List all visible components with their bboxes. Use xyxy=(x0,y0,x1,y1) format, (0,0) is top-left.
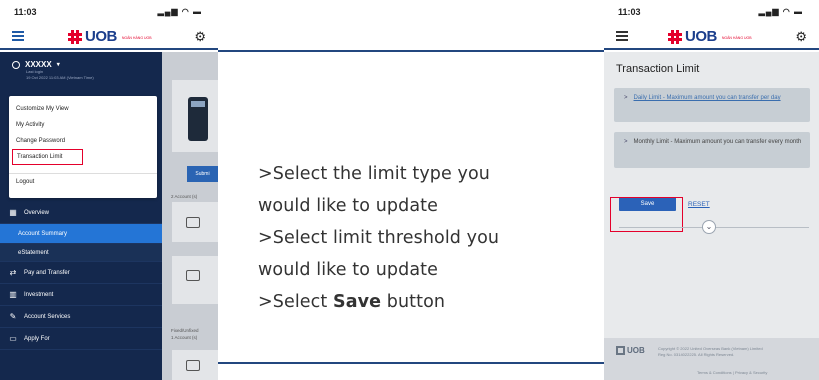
menu-item-change-password[interactable]: Change Password xyxy=(9,133,157,149)
instruction-line-2: would like to update xyxy=(258,196,438,216)
menu-item-logout[interactable]: Logout xyxy=(9,173,157,189)
signal-wifi-battery-icon: ▂▄▆ ◠ ▬ xyxy=(157,7,202,16)
overview-icon: ▦ xyxy=(9,208,17,217)
uob-logo: UOB NGÂN HÀNG UOB xyxy=(68,28,152,45)
side-drawer: XXXXX ▾ Last login 19 Oct 2022 11:03 AM … xyxy=(0,52,162,380)
chevron-right-icon: > xyxy=(624,139,628,145)
expand-chevron-icon[interactable]: ⌄ xyxy=(702,220,716,234)
uob-logo-text: UOB xyxy=(85,28,117,45)
instruction-text: >Select the limit type you would like to… xyxy=(258,158,558,318)
nav-estatement[interactable]: eStatement xyxy=(0,244,162,262)
nav-pay-transfer-label: Pay and Transfer xyxy=(24,269,70,276)
signal-wifi-battery-icon: ▂▄▆ ◠ ▬ xyxy=(758,7,803,16)
menu-item-my-activity[interactable]: My Activity xyxy=(9,117,157,133)
uob-logo-mark-icon xyxy=(668,29,682,44)
footer-reg-line: Reg No. 0314022225. All Rights Reserved. xyxy=(658,352,735,357)
nav-account-summary-label: Account Summary xyxy=(18,230,68,237)
daily-limit-label: Daily Limit - Maximum amount you can tra… xyxy=(633,95,781,101)
app-header: UOB NGÂN HÀNG UOB ⚙ xyxy=(0,24,218,50)
nav-pay-transfer[interactable]: ⇄ Pay and Transfer xyxy=(0,262,162,284)
monthly-limit-option[interactable]: > Monthly Limit - Maximum amount you can … xyxy=(614,132,810,168)
nav-account-summary[interactable]: Account Summary xyxy=(0,224,162,244)
hamburger-menu-icon[interactable] xyxy=(616,31,628,41)
nav-apply-for[interactable]: ▭ Apply For xyxy=(0,328,162,350)
uob-logo-mark-icon xyxy=(68,29,82,44)
background-fixed-count: 1 Account (s) xyxy=(171,335,198,340)
background-fixed-label: Fixed/Unfixed xyxy=(171,328,199,333)
footer-copyright: Copyright © 2022 United Overseas Bank (V… xyxy=(658,346,808,358)
footer: UOB Copyright © 2022 United Overseas Ban… xyxy=(604,338,819,380)
menu-item-customize-view[interactable]: Customize My View xyxy=(9,101,157,117)
account-card-icon xyxy=(186,217,200,228)
monthly-limit-label: Monthly Limit - Maximum amount you can t… xyxy=(633,139,802,145)
footer-logo-text: UOB xyxy=(627,346,645,355)
nav-account-services[interactable]: ✎ Account Services xyxy=(0,306,162,328)
nav-investment[interactable]: ▥ Investment xyxy=(0,284,162,306)
uob-logo: UOB NGÂN HÀNG UOB xyxy=(668,28,752,45)
instruction-save-emphasis: Save xyxy=(333,292,382,312)
transfer-icon: ⇄ xyxy=(9,268,17,277)
background-accounts-label: 2 Account (s) xyxy=(171,194,198,199)
gear-icon[interactable]: ⚙ xyxy=(795,30,807,43)
profile-section[interactable]: XXXXX ▾ Last login 19 Oct 2022 11:03 AM … xyxy=(0,52,162,96)
bottom-divider xyxy=(218,362,604,364)
side-nav: ▦ Overview Account Summary eStatement ⇄ … xyxy=(0,202,162,350)
instruction-line-4: would like to update xyxy=(258,260,438,280)
uob-logo-text: UOB xyxy=(685,28,717,45)
hamburger-menu-icon[interactable] xyxy=(12,31,24,41)
status-time: 11:03 xyxy=(618,7,641,17)
app-header: UOB NGÂN HÀNG UOB ⚙ xyxy=(604,24,819,50)
username: XXXXX xyxy=(25,60,52,69)
last-login-time: 19 Oct 2022 11:03 AM (Vietnam Time) xyxy=(26,75,94,80)
pencil-icon: ✎ xyxy=(9,312,17,321)
top-divider xyxy=(218,50,604,52)
page-title: Transaction Limit xyxy=(616,63,700,75)
background-submit-button: Submi xyxy=(187,166,218,182)
status-bar: 11:03 ▂▄▆ ◠ ▬ xyxy=(604,0,819,24)
footer-logo: UOB xyxy=(616,346,645,355)
reset-link[interactable]: RESET xyxy=(688,201,710,208)
instruction-line-5: >Select Save button xyxy=(258,286,558,318)
instruction-line-3: >Select limit threshold you xyxy=(258,228,500,248)
left-phone-screenshot: 11:03 ▂▄▆ ◠ ▬ UOB NGÂN HÀNG UOB ⚙ Submi … xyxy=(0,0,218,380)
instruction-line-5-prefix: >Select xyxy=(258,292,334,312)
card-icon: ▭ xyxy=(9,334,17,343)
uob-logo-subtitle: NGÂN HÀNG UOB xyxy=(121,36,152,40)
nav-apply-for-label: Apply For xyxy=(24,335,50,342)
status-bar: 11:03 ▂▄▆ ◠ ▬ xyxy=(0,0,218,24)
transaction-limit-page: Transaction Limit > Daily Limit - Maximum… xyxy=(604,52,819,380)
menu-item-transaction-limit[interactable]: Transaction Limit xyxy=(12,149,83,165)
nav-overview-label: Overview xyxy=(24,209,50,216)
profile-dropdown-menu: Customize My View My Activity Change Pas… xyxy=(9,96,157,198)
status-time: 11:03 xyxy=(14,7,37,17)
chevron-down-icon: ▾ xyxy=(56,62,60,68)
account-card-icon xyxy=(186,360,200,371)
gear-icon[interactable]: ⚙ xyxy=(194,30,206,43)
user-icon xyxy=(12,60,20,69)
uob-logo-subtitle: NGÂN HÀNG UOB xyxy=(721,36,752,40)
token-device-image xyxy=(188,97,208,141)
footer-links[interactable]: Terms & Conditions | Privacy & Security xyxy=(697,370,767,375)
nav-investment-label: Investment xyxy=(24,291,54,298)
nav-overview[interactable]: ▦ Overview xyxy=(0,202,162,224)
investment-icon: ▥ xyxy=(9,290,17,299)
footer-logo-mark-icon xyxy=(616,346,625,355)
account-card-icon xyxy=(186,270,200,281)
nav-estatement-label: eStatement xyxy=(18,249,49,256)
right-phone-screenshot: 11:03 ▂▄▆ ◠ ▬ UOB NGÂN HÀNG UOB ⚙ Transa… xyxy=(604,0,819,380)
chevron-right-icon: > xyxy=(624,95,628,101)
nav-account-services-label: Account Services xyxy=(24,313,71,320)
instruction-line-1: >Select the limit type you xyxy=(258,164,490,184)
daily-limit-option[interactable]: > Daily Limit - Maximum amount you can tr… xyxy=(614,88,810,122)
instruction-line-5-suffix: button xyxy=(381,292,446,312)
